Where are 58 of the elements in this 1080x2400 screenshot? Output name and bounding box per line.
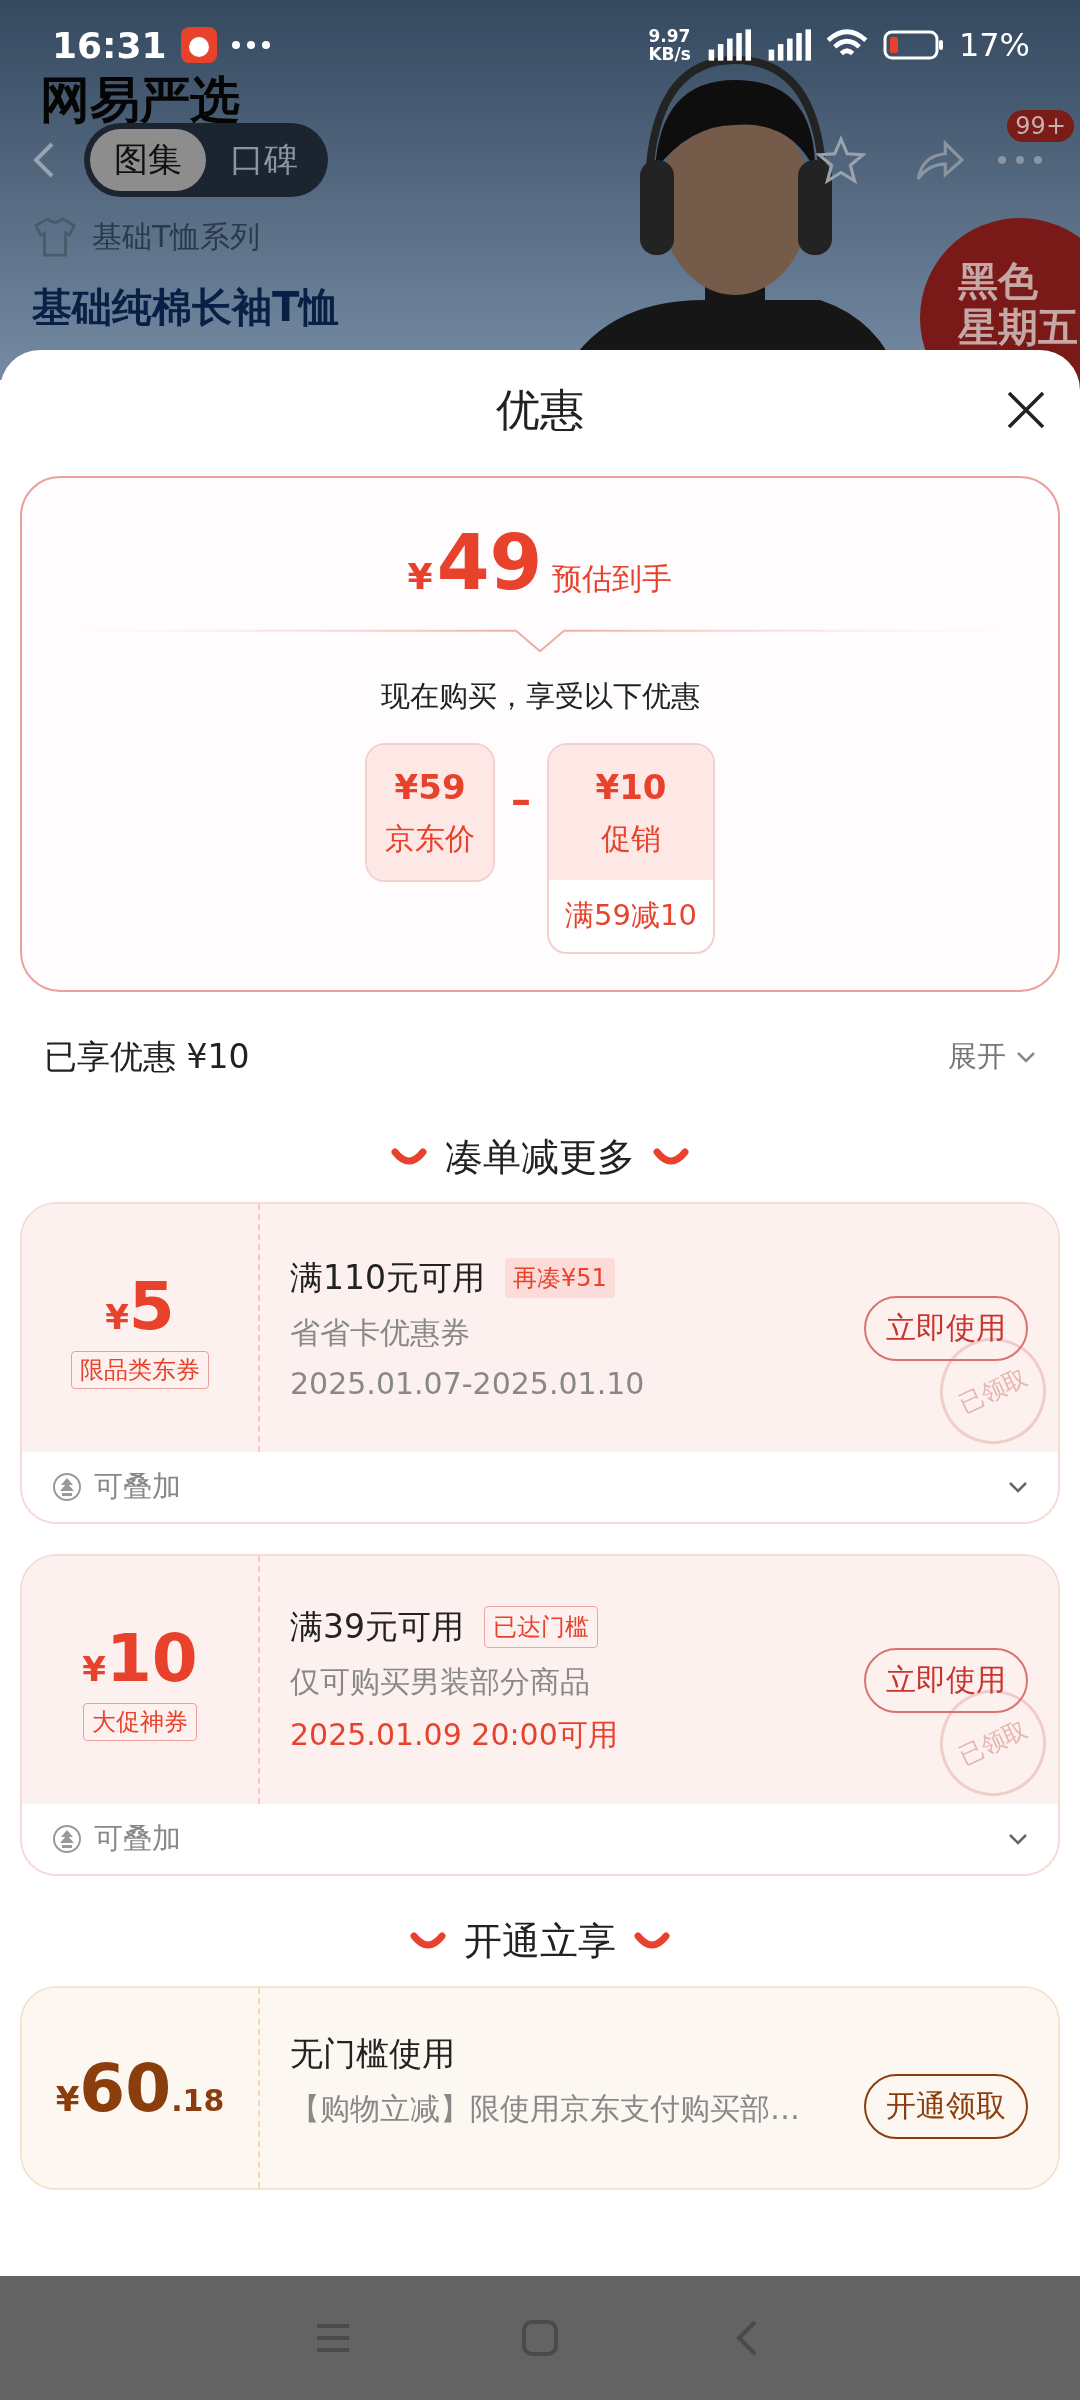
stack-icon [52, 1472, 82, 1502]
coupon-action-button[interactable]: 立即使用 [864, 1647, 1028, 1713]
coupon-action-button[interactable]: 开通领取 [864, 2074, 1028, 2139]
gallery-tab[interactable]: 口碑 [206, 129, 322, 191]
brand-logo: 网易严选 [40, 70, 240, 130]
stackable-label: 可叠加 [94, 1468, 181, 1505]
coupon-status-tag: 再凑¥51 [505, 1258, 615, 1298]
coupon-status-tag: 已达门槛 [484, 1606, 598, 1648]
arc-icon [391, 1148, 427, 1166]
coupon-description: 【购物立减】限使用京东支付购买部… [290, 2090, 801, 2128]
more-notifications-icon [230, 40, 271, 50]
series-name: 基础T恤系列 [92, 217, 261, 256]
t-shirt-icon [32, 216, 78, 258]
coupon-value: ¥10 [82, 1619, 198, 1697]
stack-icon [52, 1824, 82, 1854]
applied-discount: 已享优惠 ¥10 [44, 1035, 251, 1078]
expand-toggle[interactable]: 展开 [948, 1037, 1036, 1077]
section-title: 开通立享 [464, 1917, 616, 1965]
battery-percent: 17% [958, 26, 1030, 64]
coupon-condition: 无门槛使用 [290, 2033, 455, 2075]
clock-time: 16:31 [52, 24, 167, 66]
coupon-description: 仅可购买男装部分商品 [290, 1662, 591, 1701]
summary-subtitle: 现在购买，享受以下优惠 [380, 678, 700, 715]
coupon-type-tag: 限品类东券 [71, 1350, 209, 1389]
stackable-label: 可叠加 [94, 1820, 181, 1857]
minus-sign: – [511, 777, 532, 823]
coupon-validity: 2025.01.09 20:00可用 [290, 1715, 619, 1754]
home-icon[interactable] [520, 2318, 560, 2358]
arc-icon [634, 1932, 670, 1950]
coupon-value: ¥60.18 [55, 2049, 225, 2127]
coupon-value: ¥5 [105, 1267, 175, 1345]
price-component: ¥59 京东价 [367, 745, 494, 880]
arc-icon [653, 1148, 689, 1166]
arc-icon [410, 1932, 446, 1950]
product-title: 基础纯棉长袖T恤 [32, 283, 340, 332]
battery-icon [882, 30, 945, 60]
estimated-price: ¥49 预估到手 [407, 518, 673, 607]
app-notification-icon [180, 27, 217, 63]
discount-rule: 满59减10 [564, 897, 698, 934]
close-icon[interactable] [1006, 390, 1046, 430]
coupon-action-button[interactable]: 立即使用 [864, 1295, 1028, 1361]
price-component: ¥10 促销 [549, 745, 713, 880]
chevron-down-icon[interactable] [1008, 1481, 1028, 1493]
notification-badge: 99+ [1007, 110, 1074, 142]
coupon-condition: 满110元可用 [290, 1256, 485, 1299]
coupon-validity: 2025.01.07-2025.01.10 [290, 1365, 646, 1401]
chevron-down-icon[interactable] [1008, 1833, 1028, 1845]
section-title: 凑单减更多 [445, 1133, 635, 1181]
back-icon[interactable] [32, 140, 56, 180]
sheet-title: 优惠 [496, 382, 584, 437]
coupon-type-tag: 大促神券 [83, 1702, 197, 1741]
coupon-description: 省省卡优惠券 [290, 1313, 471, 1352]
more-icon[interactable] [996, 154, 1044, 166]
coupon-condition: 满39元可用 [290, 1605, 464, 1648]
gallery-tab[interactable]: 图集 [90, 129, 206, 191]
star-icon[interactable] [816, 135, 866, 185]
network-speed: 9.97 KB/s [648, 27, 691, 63]
chevron-down-icon [1016, 1051, 1036, 1063]
